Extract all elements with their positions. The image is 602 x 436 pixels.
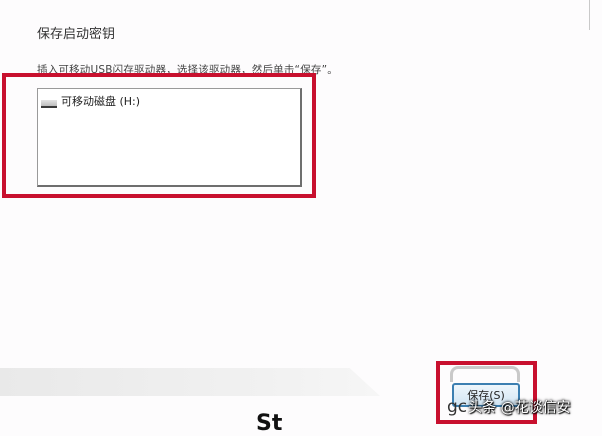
dialog-title: 保存启动密钥: [37, 27, 116, 42]
footer-band: [0, 368, 380, 396]
watermark-prefix: gc: [447, 397, 468, 417]
window-border: [589, 0, 590, 30]
watermark: gc 头条 @花谈信安: [447, 397, 571, 417]
highlight-drive-list: [2, 73, 316, 198]
footer-text-fragment: St: [256, 411, 283, 436]
watermark-text: 头条 @花谈信安: [468, 400, 571, 416]
